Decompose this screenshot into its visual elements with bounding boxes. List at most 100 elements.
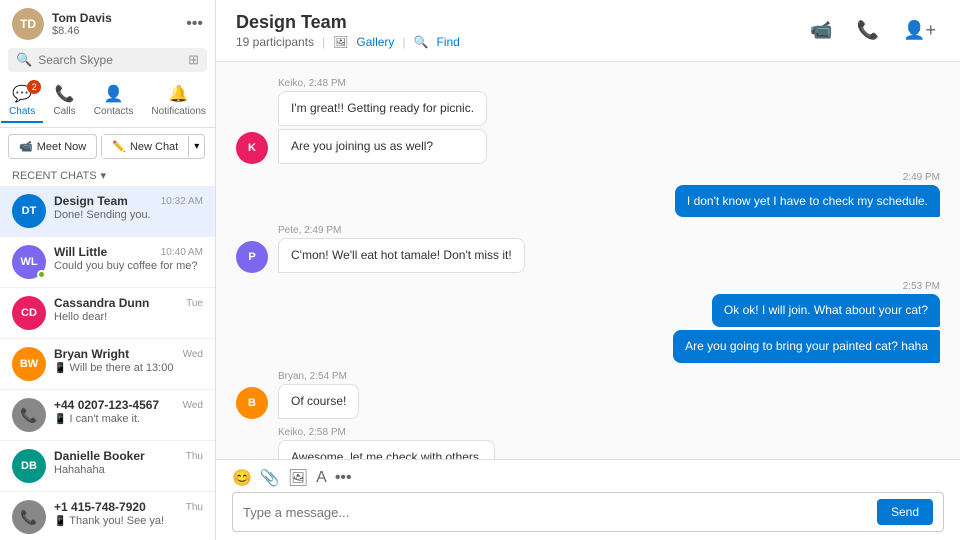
actions-row: 📹 Meet Now ✏️ New Chat ▾ — [0, 128, 215, 165]
message-group: K Keiko, 2:48 PM I'm great!! Getting rea… — [236, 78, 940, 164]
list-item[interactable]: 📞 +1 415-748-7920 Thu 📱 Thank you! See y… — [0, 492, 215, 540]
avatar: DT — [12, 194, 46, 228]
chevron-down-icon: ▾ — [101, 169, 107, 182]
user-details: Tom Davis $8.46 — [52, 11, 112, 37]
emoji-icon[interactable]: 😊 — [232, 468, 252, 488]
nav-tabs: 💬 Chats 2 📞 Calls 👤 Contacts 🔔 Notificat… — [0, 76, 215, 128]
contacts-icon: 👤 — [104, 84, 124, 104]
sender-time: Bryan, 2:54 PM — [278, 371, 359, 382]
sidebar-header: TD Tom Davis $8.46 ••• — [0, 0, 215, 44]
voice-call-icon[interactable]: 📞 — [853, 16, 883, 45]
more-icon[interactable]: ••• — [335, 469, 352, 487]
avatar: WL — [12, 245, 46, 279]
list-item[interactable]: BW Bryan Wright Wed 📱 Will be there at 1… — [0, 339, 215, 390]
message-group: B Bryan, 2:54 PM Of course! — [236, 371, 940, 419]
new-chat-arrow[interactable]: ▾ — [188, 136, 204, 157]
input-toolbar: 😊 📎 🖼 A ••• — [232, 468, 944, 488]
video-call-icon[interactable]: 📹 — [806, 16, 836, 45]
message-bubble: I don't know yet I have to check my sche… — [675, 185, 940, 218]
tab-calls[interactable]: 📞 Calls — [45, 80, 83, 123]
user-name: Tom Davis — [52, 11, 112, 25]
chat-input-area: 😊 📎 🖼 A ••• Send — [216, 459, 960, 540]
gallery-icon: 🖼 — [333, 35, 348, 49]
new-chat-main[interactable]: ✏️ New Chat — [102, 135, 188, 158]
message-group: K Keiko, 2:58 PM Awesome, let me check w… — [236, 427, 940, 459]
meet-now-button[interactable]: 📹 Meet Now — [8, 134, 97, 159]
message-content: Keiko, 2:48 PM I'm great!! Getting ready… — [278, 78, 487, 164]
search-wrap: 🔍 ⊞ — [8, 48, 207, 72]
attach-icon[interactable]: 📎 — [260, 468, 280, 488]
notifications-icon: 🔔 — [169, 84, 189, 104]
gallery-link[interactable]: Gallery — [356, 35, 394, 49]
message-bubble: Ok ok! I will join. What about your cat? — [712, 294, 940, 327]
message-bubble: Awesome, let me check with others. — [278, 440, 495, 459]
chat-title: Design Team — [236, 12, 460, 33]
message-time: 2:49 PM — [903, 172, 940, 183]
avatar: B — [236, 387, 268, 419]
tab-chats[interactable]: 💬 Chats 2 — [1, 80, 43, 123]
participants-count: 19 participants — [236, 35, 314, 49]
tab-contacts[interactable]: 👤 Contacts — [86, 80, 141, 123]
image-icon[interactable]: 🖼 — [288, 468, 308, 488]
meet-now-label: Meet Now — [37, 141, 87, 153]
format-icon[interactable]: A — [316, 469, 327, 487]
contacts-label: Contacts — [94, 106, 133, 117]
message-group: P Pete, 2:49 PM C'mon! We'll eat hot tam… — [236, 225, 940, 273]
avatar: 📞 — [12, 500, 46, 534]
avatar: K — [236, 132, 268, 164]
find-icon: 🔍 — [414, 35, 429, 49]
send-button[interactable]: Send — [877, 499, 933, 525]
more-options-icon[interactable]: ••• — [186, 15, 203, 33]
notifications-label: Notifications — [151, 106, 205, 117]
message-bubble: I'm great!! Getting ready for picnic. — [278, 91, 487, 126]
calls-icon: 📞 — [55, 84, 75, 104]
tab-notifications[interactable]: 🔔 Notifications — [143, 80, 213, 123]
chat-details: +44 0207-123-4567 Wed 📱 I can't make it. — [54, 398, 203, 425]
message-bubble: Are you joining us as well? — [278, 129, 487, 164]
search-input[interactable] — [38, 53, 182, 67]
chats-badge: 2 — [27, 80, 41, 94]
chat-details: Will Little 10:40 AM Could you buy coffe… — [54, 245, 203, 272]
search-icon: 🔍 — [16, 52, 32, 68]
chat-header: Design Team 19 participants | 🖼 Gallery … — [216, 0, 960, 62]
list-item[interactable]: DT Design Team 10:32 AM Done! Sending yo… — [0, 186, 215, 237]
chat-details: +1 415-748-7920 Thu 📱 Thank you! See ya! — [54, 500, 203, 527]
chat-list: DT Design Team 10:32 AM Done! Sending yo… — [0, 186, 215, 540]
new-chat-icon: ✏️ — [112, 140, 126, 153]
message-content: Keiko, 2:58 PM Awesome, let me check wit… — [278, 427, 495, 459]
user-avatar: TD — [12, 8, 44, 40]
list-item[interactable]: WL Will Little 10:40 AM Could you buy co… — [0, 237, 215, 288]
chat-details: Danielle Booker Thu Hahahaha — [54, 449, 203, 476]
message-content: Bryan, 2:54 PM Of course! — [278, 371, 359, 419]
sender-time: Keiko, 2:58 PM — [278, 427, 495, 438]
message-input[interactable] — [243, 505, 869, 520]
new-chat-label: New Chat — [130, 141, 178, 153]
list-item[interactable]: DB Danielle Booker Thu Hahahaha — [0, 441, 215, 492]
main-area: Design Team 19 participants | 🖼 Gallery … — [216, 0, 960, 540]
find-link[interactable]: Find — [437, 35, 460, 49]
message-bubble: Of course! — [278, 384, 359, 419]
recent-chats-label[interactable]: RECENT CHATS ▾ — [0, 165, 215, 186]
avatar: CD — [12, 296, 46, 330]
chat-meta: 19 participants | 🖼 Gallery | 🔍 Find — [236, 35, 460, 49]
message-group-mine: 2:49 PM I don't know yet I have to check… — [236, 172, 940, 218]
list-item[interactable]: CD Cassandra Dunn Tue Hello dear! — [0, 288, 215, 339]
message-input-box: Send — [232, 492, 944, 532]
message-time: 2:53 PM — [903, 281, 940, 292]
grid-icon[interactable]: ⊞ — [188, 52, 199, 68]
avatar: BW — [12, 347, 46, 381]
chat-header-left: Design Team 19 participants | 🖼 Gallery … — [236, 12, 460, 49]
new-chat-button[interactable]: ✏️ New Chat ▾ — [101, 134, 205, 159]
avatar: P — [236, 241, 268, 273]
user-balance: $8.46 — [52, 25, 112, 37]
add-participant-icon[interactable]: 👤+ — [899, 16, 940, 45]
calls-label: Calls — [53, 106, 75, 117]
avatar: 📞 — [12, 398, 46, 432]
list-item[interactable]: 📞 +44 0207-123-4567 Wed 📱 I can't make i… — [0, 390, 215, 441]
message-bubble: C'mon! We'll eat hot tamale! Don't miss … — [278, 238, 525, 273]
chat-details: Cassandra Dunn Tue Hello dear! — [54, 296, 203, 323]
message-group-mine: 2:53 PM Ok ok! I will join. What about y… — [236, 281, 940, 363]
messages-area: K Keiko, 2:48 PM I'm great!! Getting rea… — [216, 62, 960, 459]
search-bar: 🔍 ⊞ — [0, 44, 215, 76]
chat-header-right: 📹 📞 👤+ — [806, 16, 940, 45]
